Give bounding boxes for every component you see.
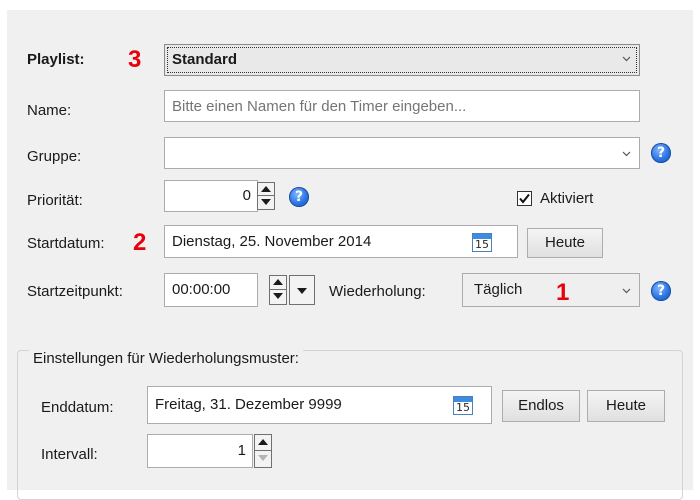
calendar-day: 15 (456, 401, 470, 414)
endless-button[interactable]: Endlos (502, 390, 580, 422)
repeat-value: Täglich (474, 281, 523, 298)
start-date-value: Dienstag, 25. November 2014 (172, 233, 372, 250)
pattern-settings-title: Einstellungen für Wiederholungsmuster: (29, 349, 303, 369)
start-date-today-button[interactable]: Heute (527, 228, 603, 258)
repeat-select[interactable]: Täglich (462, 273, 640, 307)
interval-label: Intervall: (41, 446, 98, 463)
start-time-label: Startzeitpunkt: (27, 283, 123, 300)
playlist-label: Playlist: (27, 51, 85, 68)
chevron-down-icon (622, 288, 631, 294)
help-icon[interactable]: ? (651, 281, 671, 301)
pattern-settings-group (17, 350, 683, 500)
name-field-wrapper (164, 90, 640, 122)
group-select[interactable] (164, 137, 640, 169)
chevron-down-icon (622, 151, 631, 157)
arrow-up-icon (261, 186, 271, 192)
priority-stepper[interactable] (257, 182, 275, 210)
end-date-picker[interactable]: Freitag, 31. Dezember 9999 15 (147, 386, 492, 424)
interval-stepper[interactable] (254, 434, 272, 468)
focus-rect (167, 47, 637, 73)
group-label: Gruppe: (27, 148, 82, 165)
start-time-stepper[interactable] (269, 275, 287, 305)
increment-button[interactable] (255, 435, 271, 451)
name-label: Name: (27, 102, 72, 119)
increment-button[interactable] (258, 183, 274, 196)
time-dropdown-button[interactable] (289, 275, 315, 305)
calendar-icon[interactable]: 15 (472, 233, 492, 252)
arrow-up-icon (258, 439, 268, 445)
arrow-down-icon (258, 455, 268, 461)
end-date-value: Freitag, 31. Dezember 9999 (155, 396, 342, 413)
help-icon[interactable]: ? (289, 187, 309, 207)
priority-input[interactable]: 0 (164, 180, 258, 212)
marker-2: 2 (133, 229, 147, 256)
decrement-button[interactable] (270, 290, 286, 304)
arrow-up-icon (273, 279, 283, 285)
marker-1: 1 (556, 279, 570, 306)
start-time-input[interactable]: 00:00:00 (164, 273, 258, 307)
chevron-down-icon (622, 56, 631, 62)
activated-label: Aktiviert (540, 190, 594, 207)
repeat-label: Wiederholung: (329, 283, 426, 300)
start-date-label: Startdatum: (27, 235, 105, 252)
interval-input[interactable]: 1 (147, 434, 253, 468)
help-icon[interactable]: ? (651, 143, 671, 163)
checkmark-icon (519, 193, 530, 204)
increment-button[interactable] (270, 276, 286, 290)
end-date-label: Enddatum: (41, 399, 114, 416)
end-date-today-button[interactable]: Heute (587, 390, 665, 422)
arrow-down-icon (273, 293, 283, 299)
activated-checkbox[interactable] (517, 191, 532, 206)
calendar-day: 15 (475, 238, 489, 251)
priority-label: Priorität: (27, 192, 83, 209)
arrow-down-icon (261, 199, 271, 205)
decrement-button[interactable] (255, 451, 271, 467)
playlist-select[interactable]: Standard (164, 44, 640, 76)
name-input[interactable] (165, 91, 639, 121)
decrement-button[interactable] (258, 196, 274, 209)
marker-3: 3 (128, 46, 142, 73)
calendar-icon[interactable]: 15 (453, 396, 473, 415)
arrow-down-icon (297, 288, 307, 294)
start-date-picker[interactable]: Dienstag, 25. November 2014 15 (164, 225, 518, 258)
